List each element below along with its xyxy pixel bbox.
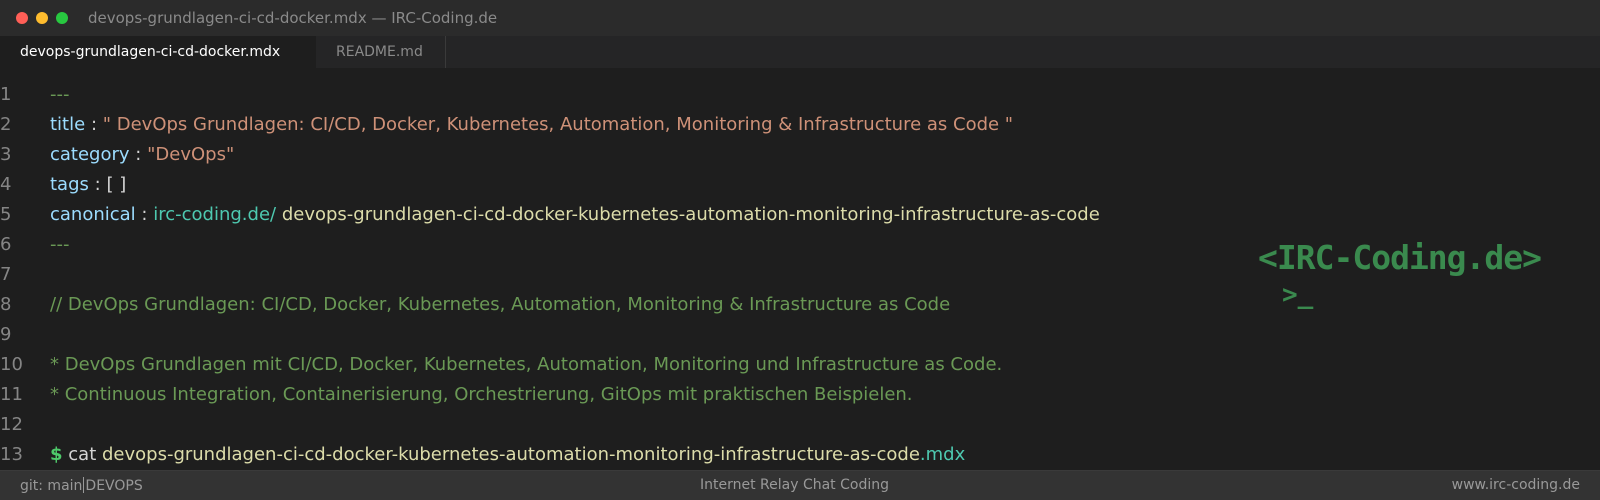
line-number: 11 (0, 384, 23, 405)
terminal-cursor-icon: >_ (1282, 280, 1314, 310)
window-title: devops-grundlagen-ci-cd-docker.mdx — IRC… (88, 9, 498, 27)
code-line: 12 (0, 410, 1240, 440)
shell-prompt: $ (50, 444, 63, 465)
bullet-line: * Continuous Integration, Containerisier… (50, 384, 913, 405)
line-number: 8 (0, 294, 12, 315)
frontmatter-delimiter: --- (50, 234, 70, 255)
line-number: 9 (0, 324, 12, 345)
shell-command: cat (68, 444, 97, 465)
line-number: 2 (0, 114, 12, 135)
canonical-key: canonical (50, 204, 136, 225)
line-number: 12 (0, 414, 23, 435)
comment-line: // DevOps Grundlagen: CI/CD, Docker, Kub… (50, 294, 951, 315)
line-number: 4 (0, 174, 12, 195)
minimize-window-button[interactable] (36, 12, 48, 24)
code-line: 11 * Continuous Integration, Containeris… (0, 380, 1240, 410)
colon: : (94, 174, 101, 195)
colon: : (90, 114, 98, 135)
line-number: 13 (0, 444, 23, 465)
title-key: title (50, 114, 86, 135)
maximize-window-button[interactable] (56, 12, 68, 24)
tags-value: [ ] (106, 174, 127, 195)
line-number: 3 (0, 144, 12, 165)
code-line: 5 canonical : irc-coding.de/ devops-grun… (0, 200, 1240, 230)
command-extension: .mdx (919, 444, 966, 465)
colon: : (135, 144, 142, 165)
code-line: 13 $ cat devops-grundlagen-ci-cd-docker-… (0, 440, 1240, 470)
code-line: 3 category : "DevOps" (0, 140, 1240, 170)
category-key: category (50, 144, 130, 165)
code-line: 1 --- (0, 80, 1240, 110)
canonical-domain: irc-coding.de/ (153, 204, 277, 225)
line-number: 7 (0, 264, 12, 285)
colon: : (141, 204, 148, 225)
line-number: 5 (0, 204, 12, 225)
line-number: 10 (0, 354, 23, 375)
code-line: 8 // DevOps Grundlagen: CI/CD, Docker, K… (0, 290, 1240, 320)
tags-key: tags (50, 174, 89, 195)
code-line: 2 title : " DevOps Grundlagen: CI/CD, Do… (0, 110, 1240, 140)
frontmatter-delimiter: --- (50, 84, 70, 105)
project-name: DEVOPS (85, 478, 143, 494)
title-value: " DevOps Grundlagen: CI/CD, Docker, Kube… (102, 114, 1014, 135)
website-link[interactable]: www.irc-coding.de (1452, 477, 1580, 493)
close-window-button[interactable] (16, 12, 28, 24)
code-line: 9 (0, 320, 1240, 350)
tab-bar: devops-grundlagen-ci-cd-docker.mdx READM… (0, 36, 1600, 68)
bullet-line: * DevOps Grundlagen mit CI/CD, Docker, K… (50, 354, 1003, 375)
code-line: 6 --- (0, 230, 1240, 260)
code-line: 4 tags : [ ] (0, 170, 1240, 200)
canonical-slug: devops-grundlagen-ci-cd-docker-kubernete… (281, 204, 1100, 225)
tab-devops-mdx[interactable]: devops-grundlagen-ci-cd-docker.mdx (0, 36, 316, 68)
line-number: 1 (0, 84, 12, 105)
git-branch: git: main (20, 478, 83, 494)
status-center-text: Internet Relay Chat Coding (700, 477, 889, 493)
line-number: 6 (0, 234, 12, 255)
code-line: 7 (0, 260, 1240, 290)
category-value: "DevOps" (147, 144, 235, 165)
status-bar: git: main DEVOPS Internet Relay Chat Codi… (0, 470, 1600, 500)
command-filename: devops-grundlagen-ci-cd-docker-kubernete… (101, 444, 920, 465)
code-line: 10 * DevOps Grundlagen mit CI/CD, Docker… (0, 350, 1240, 380)
tab-readme[interactable]: README.md (316, 36, 446, 68)
git-status[interactable]: git: main DEVOPS (20, 477, 143, 494)
title-bar: devops-grundlagen-ci-cd-docker.mdx — IRC… (0, 0, 1600, 36)
site-logo: <IRC-Coding.de> (1258, 238, 1542, 277)
